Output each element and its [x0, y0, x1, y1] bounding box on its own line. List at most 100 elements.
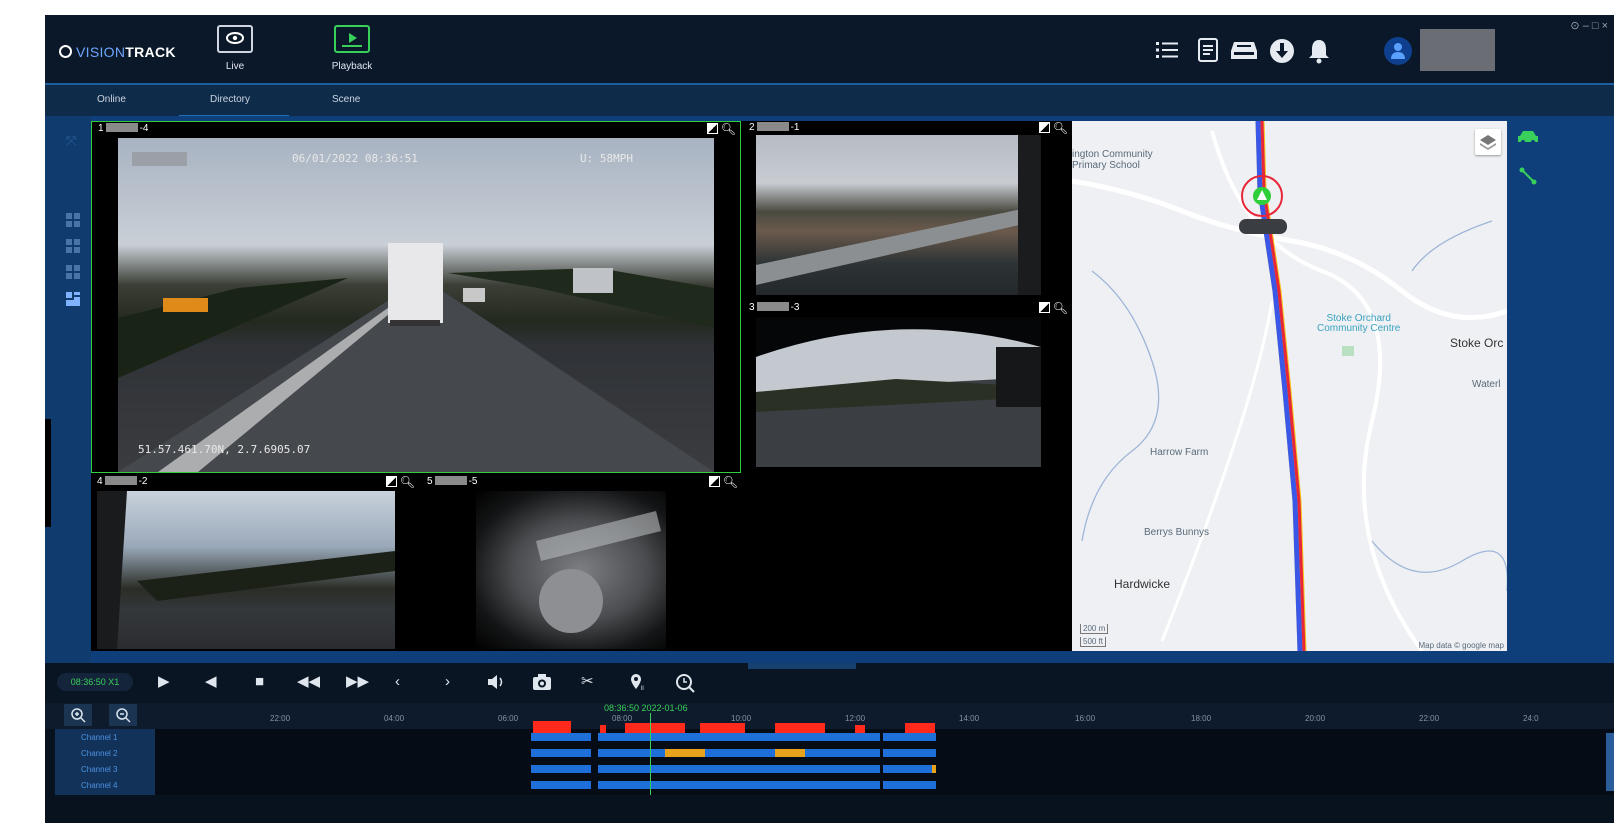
playback-monitor-icon: [334, 25, 370, 53]
channel-tracks[interactable]: [155, 721, 1614, 795]
tick-label: 06:00: [498, 714, 519, 723]
route-icon[interactable]: [1519, 167, 1537, 185]
recording-segment[interactable]: [598, 733, 880, 741]
channel-label-3[interactable]: Channel 3: [81, 765, 117, 774]
nav-playback[interactable]: Playback: [317, 25, 387, 72]
snapshot-icon[interactable]: [532, 673, 552, 696]
timeline-scrollbar[interactable]: [1606, 733, 1614, 791]
inbox-icon[interactable]: [1230, 38, 1258, 67]
prev-frame-icon[interactable]: ◀: [205, 673, 217, 691]
layout-custom-icon[interactable]: [66, 292, 80, 306]
camera-tile-4[interactable]: 4 -2 🔍︎: [91, 475, 419, 651]
recording-segment[interactable]: [883, 749, 936, 757]
event-marker[interactable]: [775, 749, 805, 757]
map-scale-metric: 200 m: [1080, 624, 1109, 634]
zoom-icon[interactable]: 🔍︎: [1053, 301, 1068, 315]
rewind-icon[interactable]: ◀◀: [297, 673, 320, 691]
camera-tools[interactable]: 🔍︎: [706, 122, 736, 136]
list-icon[interactable]: [1155, 38, 1179, 67]
recording-segment[interactable]: [531, 733, 591, 741]
step-back-icon[interactable]: ‹: [395, 673, 400, 691]
download-icon[interactable]: [1269, 38, 1295, 69]
window-controls[interactable]: ⊙ – □ ×: [1570, 19, 1608, 32]
side-collapse-handle[interactable]: [45, 419, 51, 527]
recording-segment[interactable]: [598, 749, 880, 757]
map-layers-button[interactable]: [1475, 129, 1501, 155]
channel-label-2[interactable]: Channel 2: [81, 749, 117, 758]
zoom-out-icon: [116, 708, 131, 723]
panel-collapse-handle[interactable]: [748, 663, 856, 669]
event-marker[interactable]: [855, 725, 865, 733]
report-icon[interactable]: [1197, 38, 1219, 67]
location-pin-icon[interactable]: ll: [629, 673, 647, 696]
camera-title: 3 -3: [749, 302, 800, 313]
recording-segment[interactable]: [598, 781, 880, 789]
event-marker[interactable]: [625, 723, 685, 733]
zoom-icon[interactable]: 🔍︎: [721, 122, 736, 136]
vehicle-icon[interactable]: [1517, 129, 1539, 145]
search-time-icon[interactable]: [675, 673, 695, 698]
layout-9-icon[interactable]: [66, 265, 80, 279]
recording-segment[interactable]: [531, 765, 591, 773]
user-avatar[interactable]: [1384, 37, 1412, 65]
layout-4-icon[interactable]: [66, 239, 80, 253]
snapshot-toggle-icon[interactable]: [1038, 122, 1050, 133]
step-forward-icon[interactable]: ›: [445, 673, 450, 691]
event-marker[interactable]: [905, 723, 935, 733]
event-marker[interactable]: [700, 723, 745, 733]
recording-segment[interactable]: [531, 749, 591, 757]
camera-tools[interactable]: 🔍︎: [385, 475, 415, 489]
camera-title: 4 -2: [97, 476, 148, 487]
tab-scene[interactable]: Scene: [332, 94, 360, 105]
fast-forward-icon[interactable]: ▶▶: [346, 673, 369, 691]
tab-directory[interactable]: Directory: [210, 94, 250, 105]
camera-tools[interactable]: 🔍︎: [1038, 121, 1068, 135]
channel-label-4[interactable]: Channel 4: [81, 781, 117, 790]
recording-segment[interactable]: [883, 765, 936, 773]
playhead-cursor[interactable]: [650, 713, 651, 795]
camera-tile-1[interactable]: 1 -4 🔍︎ 06/01/2022 08:36:51 U: 58MPH 51.…: [91, 121, 741, 473]
camera-title: 2 -1: [749, 122, 800, 133]
snapshot-toggle-icon[interactable]: [708, 476, 720, 487]
play-icon[interactable]: ▶: [158, 673, 170, 691]
camera-tools[interactable]: 🔍︎: [1038, 301, 1068, 315]
channel-label-1[interactable]: Channel 1: [81, 733, 117, 742]
zoom-icon[interactable]: 🔍︎: [400, 475, 415, 489]
nav-live[interactable]: Live: [200, 25, 270, 72]
tick-label: 18:00: [1191, 714, 1212, 723]
snapshot-toggle-icon[interactable]: [706, 123, 718, 134]
event-marker[interactable]: [533, 721, 571, 733]
snapshot-toggle-icon[interactable]: [385, 476, 397, 487]
event-marker[interactable]: [600, 725, 606, 733]
camera-tile-5[interactable]: 5 -5 🔍︎: [421, 475, 742, 651]
video-feed: [97, 491, 395, 649]
event-marker[interactable]: [665, 749, 705, 757]
zoom-icon[interactable]: 🔍︎: [1053, 121, 1068, 135]
layout-1-icon[interactable]: [66, 213, 80, 227]
camera-tools[interactable]: 🔍︎: [708, 475, 738, 489]
map-label-waterl: Waterl: [1472, 379, 1501, 390]
event-marker[interactable]: [932, 765, 936, 773]
main-content: ⤧ 1 -4 🔍︎ 06/01/2022 08:36:51 U: 58MPH 5…: [45, 116, 1614, 663]
zoom-icon[interactable]: 🔍︎: [723, 475, 738, 489]
camera-title: 5 -5: [427, 476, 478, 487]
recording-segment[interactable]: [883, 781, 936, 789]
map-view[interactable]: ington Community Primary School Stoke Or…: [1072, 121, 1507, 651]
volume-icon[interactable]: [486, 673, 506, 696]
snapshot-toggle-icon[interactable]: [1038, 302, 1050, 313]
zoom-in-button[interactable]: [64, 704, 92, 726]
tab-online[interactable]: Online: [97, 94, 126, 105]
bell-icon[interactable]: [1307, 38, 1331, 69]
camera-tile-2[interactable]: 2 -1 🔍︎: [743, 121, 1072, 299]
stop-icon[interactable]: ■: [255, 673, 264, 691]
zoom-out-button[interactable]: [109, 704, 137, 726]
recording-segment[interactable]: [598, 765, 880, 773]
camera-tile-3[interactable]: 3 -3 🔍︎: [743, 301, 1072, 473]
fullscreen-icon[interactable]: ⤧: [66, 134, 80, 148]
recording-segment[interactable]: [883, 733, 936, 741]
event-marker[interactable]: [775, 723, 825, 733]
timeline[interactable]: 22:00 04:00 06:00 08:00 10:00 12:00 14:0…: [45, 703, 1614, 823]
recording-segment[interactable]: [531, 781, 591, 789]
clip-icon[interactable]: ✂: [581, 673, 594, 691]
username-redacted[interactable]: [1420, 29, 1495, 71]
